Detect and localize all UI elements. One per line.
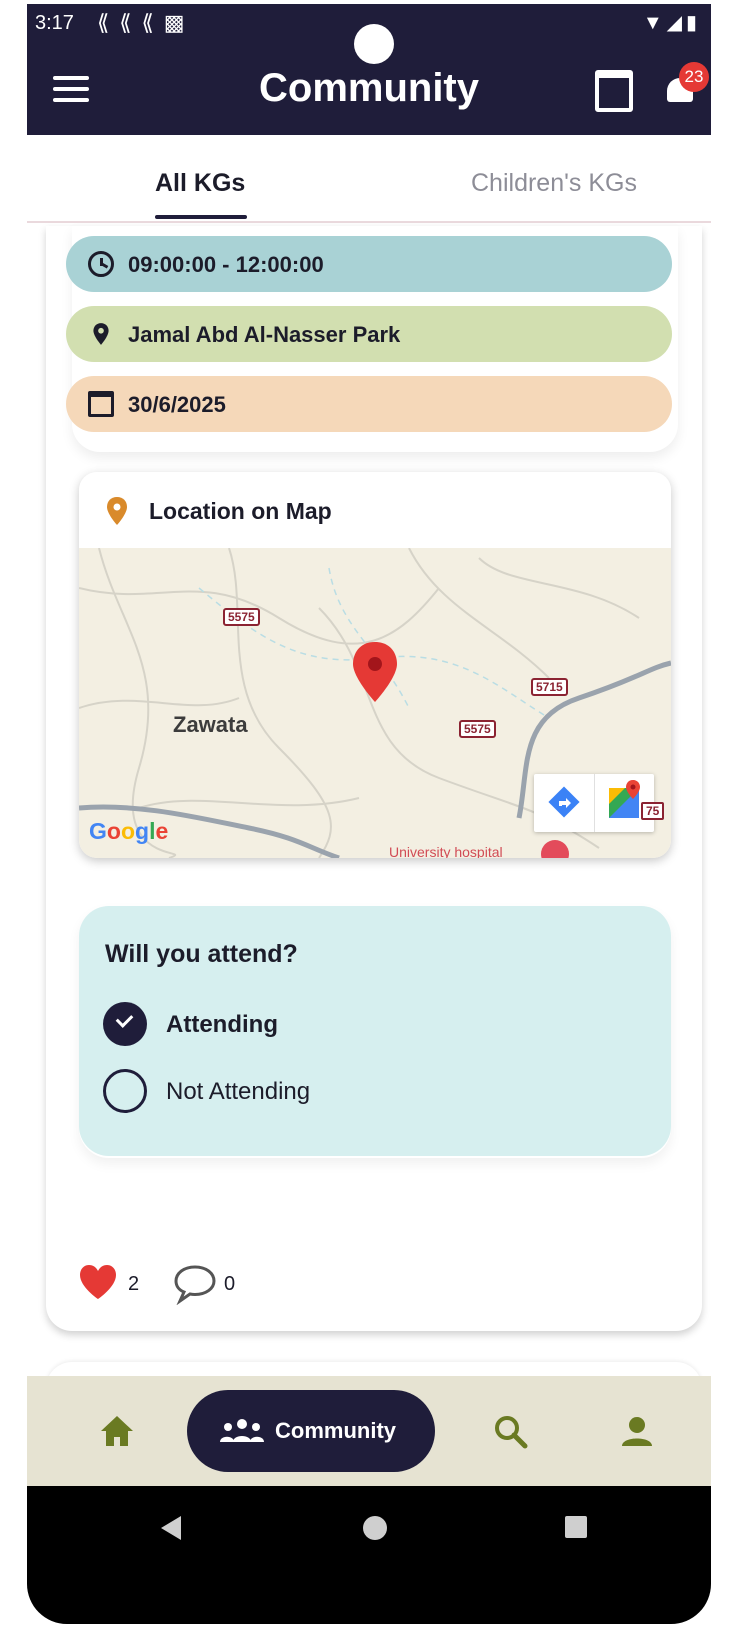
tab-indicator <box>155 215 247 219</box>
map-view[interactable]: 5575 5715 5575 Zawata University hospita… <box>79 548 671 858</box>
back-icon[interactable] <box>161 1516 181 1540</box>
radio-checked-icon[interactable] <box>103 1002 147 1046</box>
nav-search[interactable] <box>483 1404 539 1460</box>
option-attending[interactable]: Attending <box>103 1002 503 1048</box>
tab-childrens-kgs[interactable]: Children's KGs <box>471 169 637 198</box>
location-pill: Jamal Abd Al-Nasser Park <box>66 306 672 362</box>
road-label: 5575 <box>223 608 260 626</box>
camera-cutout <box>354 24 394 64</box>
like-count: 2 <box>128 1273 140 1295</box>
map-controls <box>534 774 654 832</box>
status-time: 3:17 <box>35 12 74 34</box>
option-label: Attending <box>166 1011 278 1038</box>
attendance-box: Will you attend? Attending Not Attending <box>79 906 671 1156</box>
phone-screen: 3:17 ⟪⟪⟪▩ ▼◢▮ Community 23 All KGs Child… <box>27 4 711 1624</box>
nav-community-label: Community <box>275 1418 396 1443</box>
system-nav-bar <box>27 1486 711 1624</box>
comment-count: 0 <box>224 1273 236 1295</box>
recents-icon[interactable] <box>565 1516 587 1538</box>
status-notification-icons: ⟪⟪⟪▩ <box>97 10 195 35</box>
event-date: 30/6/2025 <box>128 392 226 417</box>
community-icon <box>220 1419 264 1442</box>
tab-bar: All KGs Children's KGs <box>27 135 711 223</box>
location-pin-icon <box>93 323 109 345</box>
event-time: 09:00:00 - 12:00:00 <box>128 252 324 277</box>
map-header: Location on Map <box>79 472 671 548</box>
calendar-icon <box>88 391 114 417</box>
map-poi-label: University hospital <box>389 844 503 858</box>
home-icon <box>101 1416 133 1446</box>
directions-button[interactable] <box>534 774 594 832</box>
nav-home[interactable] <box>89 1404 145 1460</box>
directions-icon <box>548 786 580 818</box>
status-signal-battery-icons: ▼◢▮ <box>642 12 701 34</box>
bottom-nav: Community <box>27 1376 711 1486</box>
time-pill: 09:00:00 - 12:00:00 <box>66 236 672 292</box>
road-label: 5715 <box>531 678 568 696</box>
date-pill: 30/6/2025 <box>66 376 672 432</box>
option-label: Not Attending <box>166 1078 311 1105</box>
radio-unchecked-icon[interactable] <box>103 1069 147 1113</box>
map-card: Location on Map 5575 5715 5575 Zawata Un… <box>79 472 671 858</box>
event-location: Jamal Abd Al-Nasser Park <box>128 322 401 347</box>
clock-icon <box>88 251 114 277</box>
calendar-icon[interactable] <box>595 70 633 112</box>
road-label: 75 <box>641 802 665 820</box>
map-title: Location on Map <box>149 498 332 524</box>
app-bar: 3:17 ⟪⟪⟪▩ ▼◢▮ Community 23 <box>27 4 711 135</box>
road-label: 5575 <box>459 720 496 738</box>
location-pin-icon <box>107 497 127 525</box>
comment-icon <box>174 1265 216 1305</box>
notification-badge: 23 <box>679 62 709 92</box>
event-post-card: 09:00:00 - 12:00:00 Jamal Abd Al-Nasser … <box>46 226 702 1331</box>
option-not-attending[interactable]: Not Attending <box>103 1069 503 1115</box>
google-logo: Google <box>89 818 169 844</box>
nav-profile[interactable] <box>609 1404 665 1460</box>
map-town-label: Zawata <box>173 712 248 737</box>
person-icon <box>622 1417 652 1446</box>
attendance-question: Will you attend? <box>105 940 298 968</box>
home-circle-icon[interactable] <box>363 1516 387 1540</box>
nav-community[interactable]: Community <box>187 1390 435 1472</box>
search-icon <box>495 1416 528 1449</box>
heart-icon <box>80 1265 116 1299</box>
tab-all-kgs[interactable]: All KGs <box>155 169 245 198</box>
